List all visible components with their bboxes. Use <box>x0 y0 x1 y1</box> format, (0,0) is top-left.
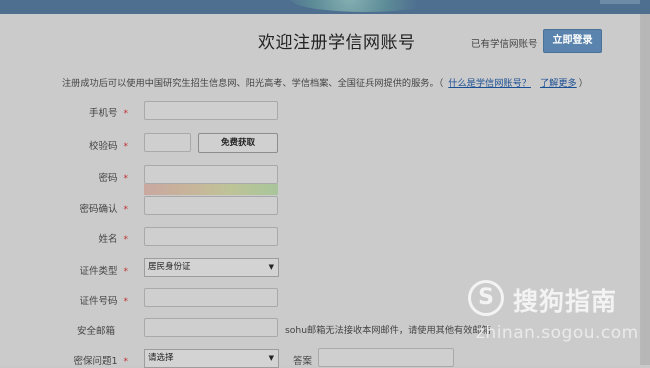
scrollbar[interactable] <box>641 14 650 365</box>
what-is-account-link[interactable]: 什么是学信网账号？ <box>448 78 531 89</box>
email-input[interactable] <box>144 318 278 337</box>
phone-input[interactable] <box>144 101 278 120</box>
email-hint: sohu邮箱无法接收本网邮件，请使用其他有效邮箱 <box>285 325 491 336</box>
get-code-button[interactable]: 免费获取 <box>198 133 278 153</box>
password-label-text: 密码 <box>98 173 118 184</box>
required-mark: * <box>123 297 129 307</box>
password-confirm-label-text: 密码确认 <box>79 204 118 215</box>
password-confirm-input[interactable] <box>144 196 278 215</box>
email-label-text: 安全邮箱 <box>76 326 115 337</box>
registration-notice: 注册成功后可以使用中国研究生招生信息网、阳光高考、学信档案、全国征兵网提供的服务… <box>62 75 588 89</box>
password-input[interactable] <box>144 165 278 184</box>
id-type-select[interactable]: 居民身份证 ▼ <box>144 258 279 277</box>
required-mark: * <box>123 142 129 152</box>
id-number-label-text: 证件号码 <box>79 296 118 307</box>
dropdown-caret-icon: ▼ <box>268 354 274 362</box>
sogou-logo-icon: S <box>468 280 504 316</box>
email-label: 安全邮箱 <box>0 323 128 337</box>
password-label: 密码 * <box>0 170 128 184</box>
code-label: 校验码 * <box>0 138 128 152</box>
login-button[interactable]: 立即登录 <box>543 29 602 53</box>
required-mark: * <box>123 109 129 119</box>
security-question-select[interactable]: 请选择 ▼ <box>144 349 279 368</box>
required-mark: * <box>123 357 129 367</box>
have-account-text: 已有学信网账号 <box>471 39 538 50</box>
top-header-bar <box>0 0 650 14</box>
required-mark: * <box>123 205 129 215</box>
id-number-label: 证件号码 * <box>0 293 128 307</box>
header-decoration-line <box>600 0 640 4</box>
page-title: 欢迎注册学信网账号 <box>258 33 416 53</box>
header-decoration-image <box>290 0 440 12</box>
answer-input[interactable] <box>318 348 454 367</box>
code-input[interactable] <box>144 133 191 152</box>
id-type-label: 证件类型 * <box>0 263 128 277</box>
phone-label: 手机号 * <box>0 105 128 119</box>
id-number-input[interactable] <box>144 288 278 307</box>
watermark-name: 搜狗指南 <box>513 287 618 316</box>
notice-text: 注册成功后可以使用中国研究生招生信息网、阳光高考、学信档案、全国征兵网提供的服务… <box>62 78 444 89</box>
learn-more-link[interactable]: 了解更多 <box>540 78 577 89</box>
question-label-text: 密保问题1 <box>73 356 118 367</box>
id-type-label-text: 证件类型 <box>79 266 118 277</box>
password-strength-meter <box>144 184 278 195</box>
dropdown-caret-icon: ▼ <box>268 263 274 271</box>
required-mark: * <box>123 267 129 277</box>
required-mark: * <box>123 174 129 184</box>
name-label: 姓名 * <box>0 231 128 245</box>
watermark-url: zhinan.sogou.com <box>476 323 639 343</box>
required-mark: * <box>123 235 129 245</box>
password-confirm-label: 密码确认 * <box>0 201 128 215</box>
id-type-value: 居民身份证 <box>148 262 191 272</box>
name-input[interactable] <box>144 227 278 246</box>
code-label-text: 校验码 <box>88 141 118 152</box>
name-label-text: 姓名 <box>98 234 118 245</box>
notice-end: ） <box>578 78 588 89</box>
security-question-value: 请选择 <box>148 353 174 363</box>
phone-label-text: 手机号 <box>88 108 118 119</box>
